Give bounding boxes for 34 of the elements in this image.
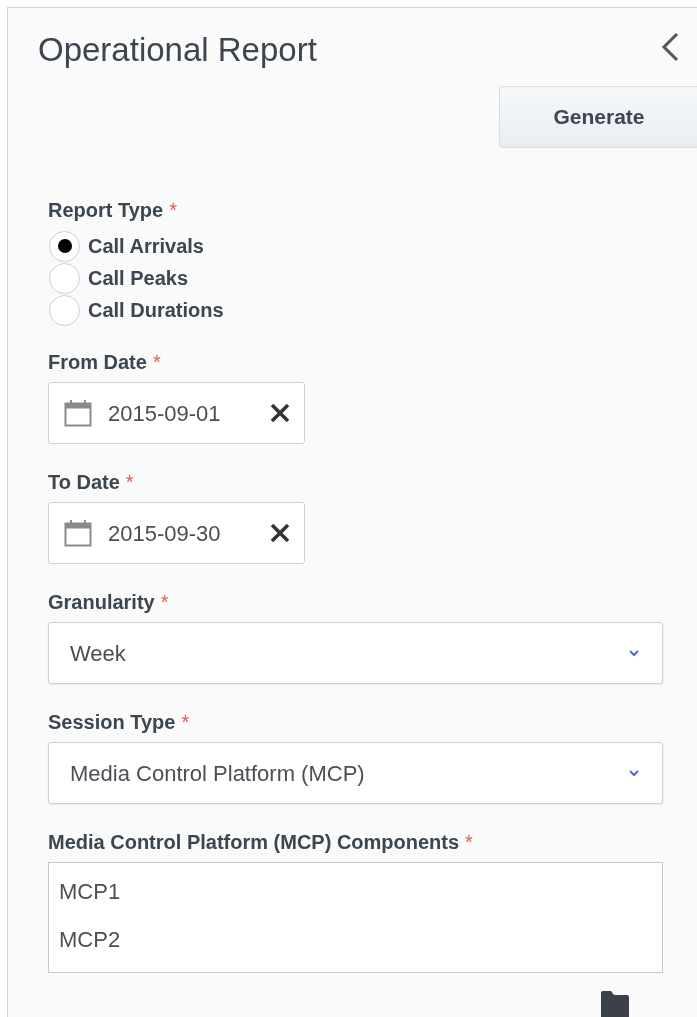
list-box[interactable]: MCP1 MCP2 [48,862,663,973]
required-mark: * [169,198,177,223]
radio-button[interactable] [49,230,80,262]
dropdown[interactable]: Media Control Platform (MCP) [48,742,663,804]
panel-title: Operational Report [38,30,317,70]
calendar-icon [64,399,92,427]
clear-icon[interactable] [270,403,290,423]
chevron-down-icon [628,769,640,777]
field-label: To Date [48,470,120,495]
clear-icon[interactable] [270,523,290,543]
field-label: Media Control Platform (MCP) Components [48,830,460,855]
radio-label: Call Arrivals [88,234,204,259]
required-mark: * [152,350,161,375]
required-mark: * [465,830,473,855]
radio-label: Call Durations [88,298,224,323]
dropdown[interactable]: Week [48,622,663,684]
required-mark: * [181,710,190,735]
chevron-down-icon [628,649,640,657]
collapse-icon[interactable] [660,32,680,62]
required-mark: * [125,470,134,495]
list-item[interactable]: MCP2 [59,924,662,972]
date-field[interactable]: 2015-09-30 [48,502,305,564]
field-label: Report Type [48,198,164,223]
field-label: Session Type [48,710,176,735]
radio-button[interactable] [49,294,80,326]
generate-button[interactable]: Generate [499,86,697,148]
radio-label: Call Peaks [88,266,189,291]
calendar-icon [64,519,92,547]
radio-button[interactable] [49,262,80,294]
date-field[interactable]: 2015-09-01 [48,382,305,444]
required-mark: * [160,590,169,615]
field-label: From Date [48,350,147,375]
field-label: Granularity [48,590,155,615]
list-item[interactable]: MCP1 [59,877,662,925]
